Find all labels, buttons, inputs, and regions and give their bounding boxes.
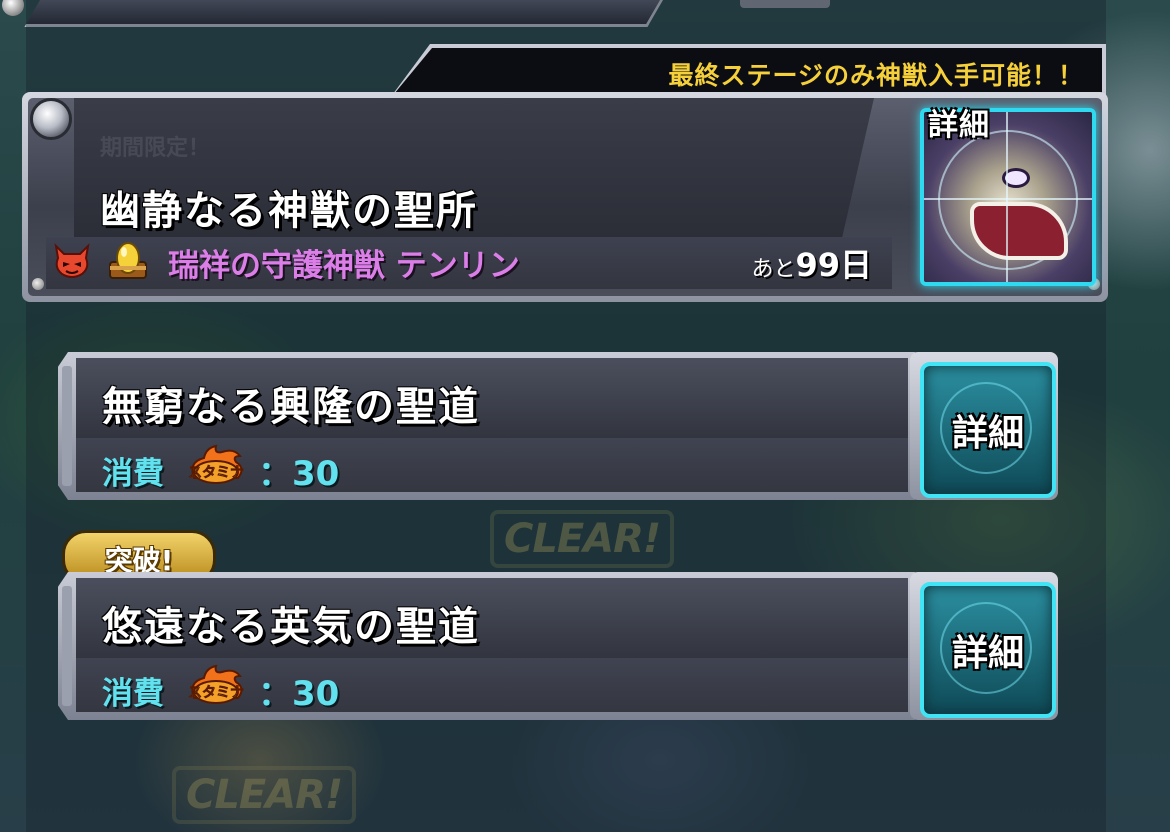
- cost-value: ：30: [258, 454, 340, 494]
- screw-icon: [32, 278, 44, 290]
- featured-quest-panel[interactable]: 期間限定！ 幽静なる神獣の聖所 瑞祥の守護神獣 テンリン あと99日 詳細: [22, 92, 1108, 302]
- detail-button-label: 詳細: [951, 633, 1024, 674]
- stamina-icon-text: スタミナ: [188, 685, 244, 701]
- detail-button-label: 詳細: [951, 413, 1024, 454]
- quest-row[interactable]: 悠遠なる英気の聖道 消費 スタミナ ：30 詳細: [58, 572, 1058, 720]
- corner-rivet: [2, 0, 24, 16]
- detail-button[interactable]: 詳細: [920, 582, 1056, 718]
- cost-label: 消費: [102, 456, 164, 492]
- quest-detail-frame: 詳細: [910, 352, 1058, 500]
- devil-element-icon: [54, 243, 90, 278]
- days-value: 99日: [795, 246, 872, 284]
- days-prefix: あと: [751, 257, 796, 282]
- boss-name: 瑞祥の守護神獣 テンリン: [168, 248, 520, 284]
- cost-value: ：30: [258, 674, 340, 714]
- stamina-icon-text: スタミナ: [188, 465, 244, 481]
- quest-title: 悠遠なる英気の聖道: [102, 604, 480, 650]
- stamina-icon: スタミナ: [188, 664, 244, 704]
- boss-portrait-detail-button[interactable]: 詳細: [902, 94, 1098, 290]
- limited-time-label: 期間限定！: [100, 136, 211, 161]
- golden-egg-icon: [109, 242, 147, 279]
- quest-title: 無窮なる興隆の聖道: [102, 384, 480, 430]
- cost-label: 消費: [102, 676, 164, 712]
- quest-row[interactable]: 無窮なる興隆の聖道 消費 スタミナ ：30 詳細: [58, 352, 1058, 500]
- featured-quest-title: 幽静なる神獣の聖所: [100, 188, 478, 234]
- portrait-detail-label: 詳細: [928, 108, 990, 143]
- crosshair-icon: [924, 198, 1092, 200]
- rivet-icon: [30, 98, 72, 140]
- featured-notice-banner: 最終ステージのみ神獣入手可能！！: [390, 44, 1106, 98]
- detail-button[interactable]: 詳細: [920, 362, 1056, 498]
- days-remaining: あと99日: [751, 240, 872, 286]
- stamina-icon: スタミナ: [188, 444, 244, 484]
- notice-text: 最終ステージのみ神獣入手可能！！: [668, 61, 1084, 90]
- quest-detail-frame: 詳細: [910, 572, 1058, 720]
